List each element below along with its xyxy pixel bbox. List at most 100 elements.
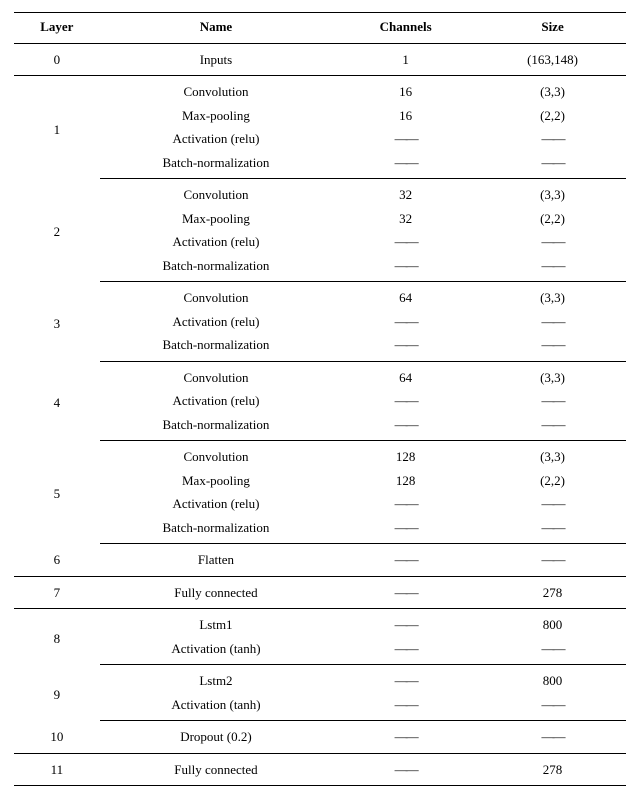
cell-name: Activation (relu) [100, 389, 333, 413]
cell-name: Batch-normalization [100, 516, 333, 544]
cell-channels: —— [332, 127, 479, 151]
table-row: 11Fully connected——278 [14, 753, 626, 786]
table-row: 4Convolution64(3,3) [14, 361, 626, 389]
cell-layer: 4 [14, 361, 100, 441]
cell-channels: —— [332, 230, 479, 254]
cell-name: Activation (relu) [100, 127, 333, 151]
cell-name: Activation (relu) [100, 492, 333, 516]
cell-size: —— [479, 544, 626, 577]
cell-layer: 9 [14, 665, 100, 721]
table-row: Activation (tanh)———— [14, 637, 626, 665]
table-row: Batch-normalization———— [14, 333, 626, 361]
table-row: Batch-normalization———— [14, 254, 626, 282]
table-row: Activation (relu)———— [14, 127, 626, 151]
cell-channels: —— [332, 389, 479, 413]
cell-channels: —— [332, 721, 479, 754]
cell-name: Batch-normalization [100, 151, 333, 179]
cell-layer: 3 [14, 282, 100, 362]
cell-name: Batch-normalization [100, 413, 333, 441]
cell-size: —— [479, 492, 626, 516]
cell-layer: 10 [14, 721, 100, 754]
cell-size: —— [479, 333, 626, 361]
cell-channels: —— [332, 753, 479, 786]
cell-size: —— [479, 310, 626, 334]
cell-layer: 7 [14, 576, 100, 609]
cell-channels: —— [332, 637, 479, 665]
cell-size: —— [479, 721, 626, 754]
cell-channels: —— [332, 544, 479, 577]
header-size: Size [479, 13, 626, 44]
table-row: 5Convolution128(3,3) [14, 441, 626, 469]
cell-name: Batch-normalization [100, 333, 333, 361]
cell-channels: 128 [332, 441, 479, 469]
cell-name: Dropout (0.2) [100, 721, 333, 754]
cell-size: (3,3) [479, 361, 626, 389]
cell-channels: 16 [332, 76, 479, 104]
table-row: 8Lstm1——800 [14, 609, 626, 637]
cell-name: Convolution [100, 361, 333, 389]
cell-name: Activation (relu) [100, 230, 333, 254]
cell-size: —— [479, 516, 626, 544]
cell-size: (3,3) [479, 282, 626, 310]
cell-name: Convolution [100, 179, 333, 207]
cell-layer: 6 [14, 544, 100, 577]
table-row: Activation (relu)———— [14, 492, 626, 516]
cell-channels: —— [332, 609, 479, 637]
cell-name: Lstm1 [100, 609, 333, 637]
cell-channels: —— [332, 576, 479, 609]
cell-size: (2,2) [479, 207, 626, 231]
cell-name: Activation (tanh) [100, 693, 333, 721]
cell-channels: —— [332, 151, 479, 179]
cell-channels: 64 [332, 282, 479, 310]
cell-channels: 32 [332, 179, 479, 207]
cell-channels: 16 [332, 104, 479, 128]
cell-name: Activation (relu) [100, 310, 333, 334]
cell-name: Lstm2 [100, 665, 333, 693]
cell-size: 800 [479, 609, 626, 637]
table-row: 0Inputs1(163,148) [14, 43, 626, 76]
cell-size: 800 [479, 665, 626, 693]
table-row: Batch-normalization———— [14, 151, 626, 179]
cell-name: Max-pooling [100, 207, 333, 231]
table-row: Batch-normalization———— [14, 413, 626, 441]
cell-size: 278 [479, 753, 626, 786]
cell-name: Convolution [100, 76, 333, 104]
table-row: 2Convolution32(3,3) [14, 179, 626, 207]
cell-name: Fully connected [100, 576, 333, 609]
cell-size: —— [479, 230, 626, 254]
cell-size: —— [479, 254, 626, 282]
table-row: Max-pooling16(2,2) [14, 104, 626, 128]
cell-layer: 5 [14, 441, 100, 544]
table-row: 9Lstm2——800 [14, 665, 626, 693]
cell-name: Convolution [100, 282, 333, 310]
cell-name: Max-pooling [100, 104, 333, 128]
cell-layer: 2 [14, 179, 100, 282]
table-row: 10Dropout (0.2)———— [14, 721, 626, 754]
header-layer: Layer [14, 13, 100, 44]
table-row: Max-pooling128(2,2) [14, 469, 626, 493]
header-channels: Channels [332, 13, 479, 44]
cell-size: (3,3) [479, 76, 626, 104]
cell-channels: 1 [332, 43, 479, 76]
cell-size: (163,148) [479, 43, 626, 76]
cell-size: —— [479, 389, 626, 413]
cell-size: —— [479, 151, 626, 179]
cell-layer: 1 [14, 76, 100, 179]
table-row: Activation (tanh)———— [14, 693, 626, 721]
cell-size: —— [479, 693, 626, 721]
cell-size: —— [479, 637, 626, 665]
cell-channels: —— [332, 516, 479, 544]
table-row: 7Fully connected——278 [14, 576, 626, 609]
cell-name: Convolution [100, 441, 333, 469]
cell-name: Flatten [100, 544, 333, 577]
cell-size: (2,2) [479, 469, 626, 493]
cell-channels: 128 [332, 469, 479, 493]
cell-channels: —— [332, 413, 479, 441]
cell-layer: 0 [14, 43, 100, 76]
cell-name: Activation (tanh) [100, 637, 333, 665]
cell-size: (3,3) [479, 179, 626, 207]
cell-name: Inputs [100, 43, 333, 76]
cell-size: —— [479, 127, 626, 151]
cell-size: —— [479, 413, 626, 441]
cell-size: (2,2) [479, 104, 626, 128]
